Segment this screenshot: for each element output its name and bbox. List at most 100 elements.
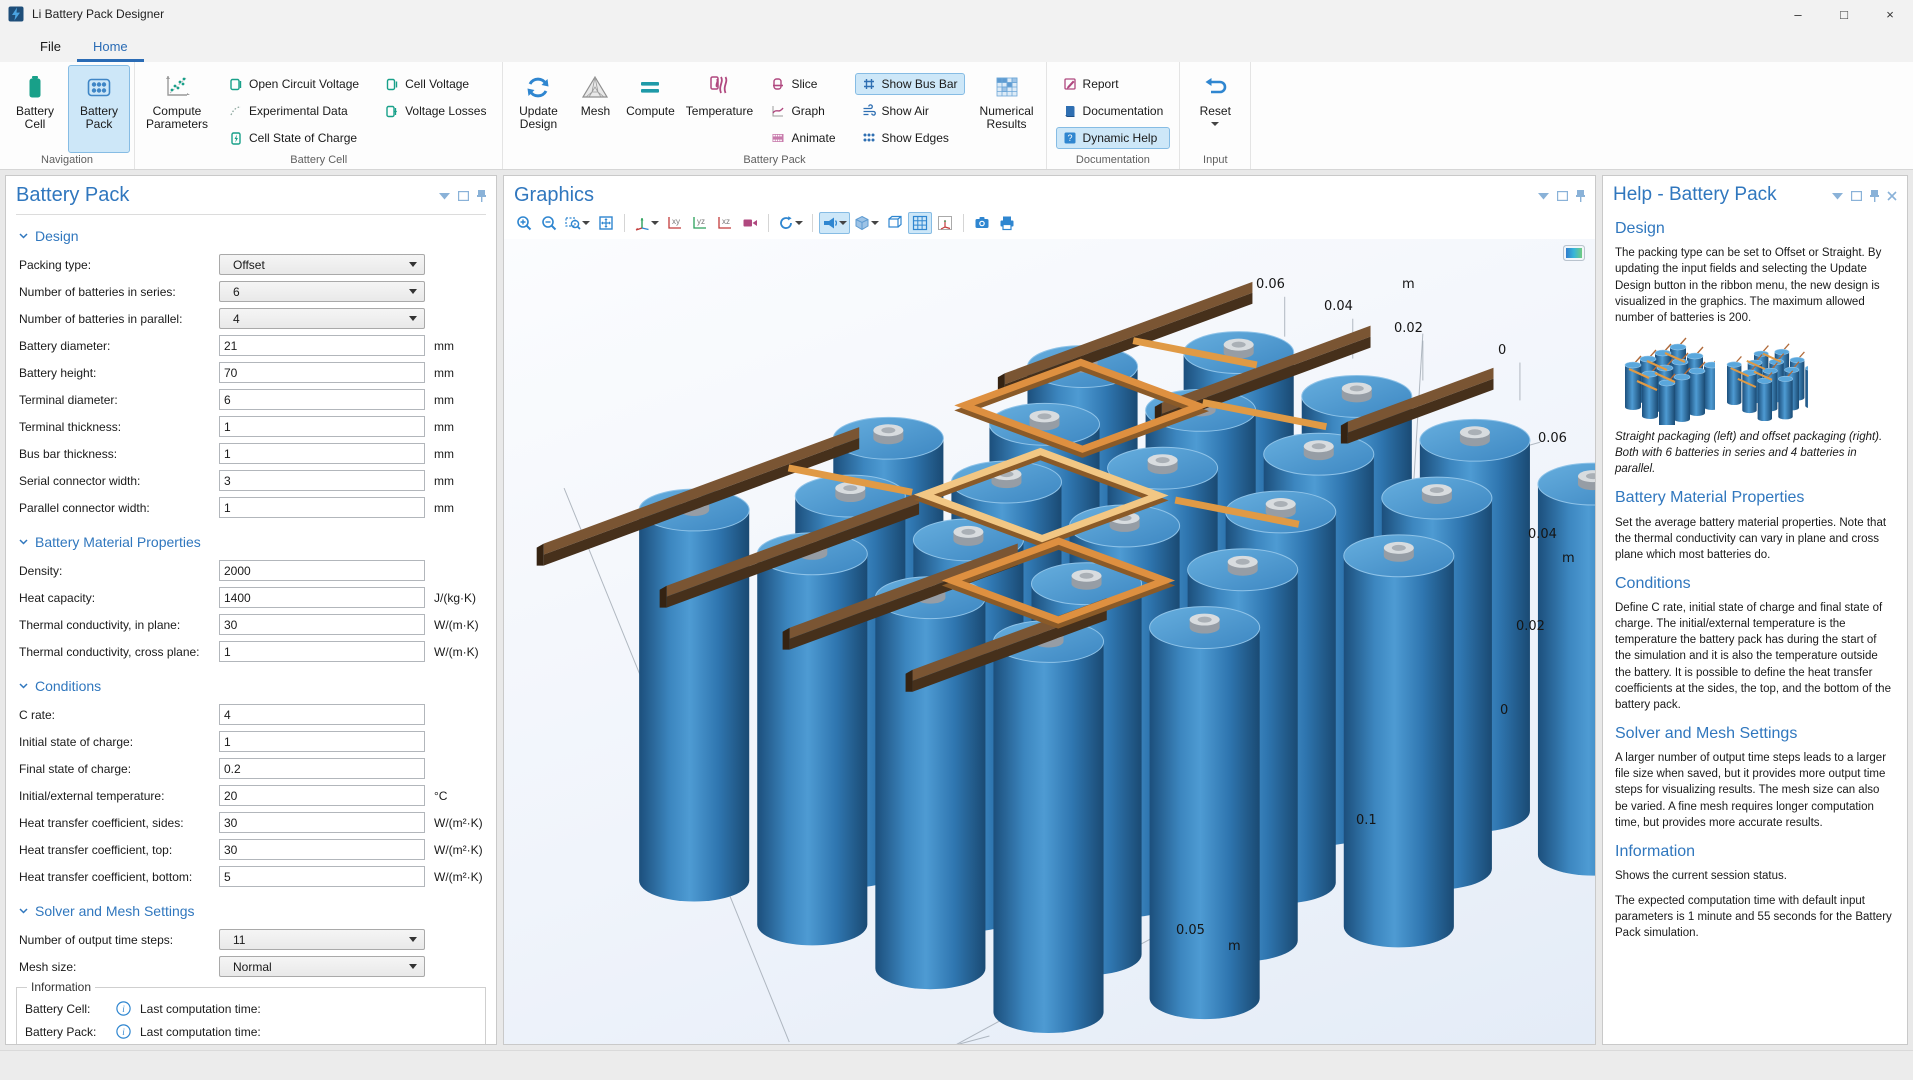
animate-button[interactable]: Animate [764, 127, 842, 149]
environment-button[interactable] [851, 212, 882, 234]
show-edges-toggle[interactable]: Show Edges [855, 127, 965, 149]
go-to-default-view-button[interactable] [631, 212, 662, 234]
c-rate-field[interactable] [219, 704, 425, 725]
voltage-losses-button[interactable]: Voltage Losses [378, 100, 493, 122]
battery-diameter-field[interactable] [219, 335, 425, 356]
slice-button[interactable]: Slice [764, 73, 842, 95]
initial-external-temperature-field[interactable] [219, 785, 425, 806]
view-yz-icon: yz [691, 215, 709, 231]
thermal-conductivity-in-plane-field[interactable] [219, 614, 425, 635]
battery-material-properties-section-header[interactable]: Battery Material Properties [19, 534, 496, 550]
show-bus-bar-toggle[interactable]: Show Bus Bar [855, 73, 965, 95]
reset-button[interactable]: Reset [1184, 65, 1246, 153]
bus-bar-thickness-field[interactable] [219, 443, 425, 464]
svg-text:?: ? [1067, 133, 1072, 143]
view-dropdown-chevron-icon[interactable] [651, 221, 659, 225]
zoom-in-button[interactable] [512, 212, 536, 234]
rotate-dropdown-chevron-icon[interactable] [795, 221, 803, 225]
panel-close-icon[interactable] [1887, 191, 1897, 201]
batteries-in-series-select[interactable]: 6 [219, 281, 425, 302]
serial-connector-width-field[interactable] [219, 470, 425, 491]
scene-light-toggle[interactable] [819, 212, 850, 234]
cell-state-of-charge-button[interactable]: Cell State of Charge [222, 127, 366, 149]
axis-unit-label: m [1228, 939, 1241, 954]
batteries-in-parallel-select[interactable]: 4 [219, 308, 425, 329]
panel-float-icon[interactable] [458, 191, 469, 201]
view-yz-button[interactable]: yz [688, 212, 712, 234]
show-bus-bar-icon [862, 77, 876, 91]
terminal-thickness-field[interactable] [219, 416, 425, 437]
panel-pin-icon[interactable] [477, 190, 486, 202]
axis-tick-label: 0.04 [1324, 299, 1353, 314]
battery-pack-3d-view[interactable] [504, 239, 1595, 1044]
design-section-header[interactable]: Design [19, 228, 496, 244]
maximize-button[interactable]: □ [1821, 0, 1867, 28]
rotate-button[interactable] [775, 212, 806, 234]
cell-voltage-button[interactable]: Cell Voltage [378, 73, 493, 95]
initial-state-of-charge-field[interactable] [219, 731, 425, 752]
view-xy-button[interactable]: xy [663, 212, 687, 234]
battery-pack-button[interactable]: Battery Pack [68, 65, 130, 153]
temperature-button[interactable]: Temperature [681, 65, 757, 153]
show-air-toggle[interactable]: Show Air [855, 100, 965, 122]
compute-parameters-button[interactable]: Compute Parameters [139, 65, 215, 153]
zoom-box-button[interactable] [562, 212, 593, 234]
update-design-button[interactable]: Update Design [507, 65, 569, 153]
close-button[interactable]: × [1867, 0, 1913, 28]
dynamic-help-toggle[interactable]: ? Dynamic Help [1056, 127, 1171, 149]
info-icon[interactable]: i [116, 1001, 131, 1016]
zoom-out-button[interactable] [537, 212, 561, 234]
final-state-of-charge-field[interactable] [219, 758, 425, 779]
battery-cell-button[interactable]: Battery Cell [4, 65, 66, 153]
graph-button[interactable]: Graph [764, 100, 842, 122]
minimize-button[interactable]: – [1775, 0, 1821, 28]
panel-menu-chevron-icon[interactable] [1538, 193, 1549, 200]
mesh-size-select[interactable]: Normal [219, 956, 425, 977]
heat-transfer-coefficient-sides-field[interactable] [219, 812, 425, 833]
show-frame-button[interactable] [883, 212, 907, 234]
panel-float-icon[interactable] [1557, 191, 1568, 201]
scene-camera-button[interactable] [738, 212, 762, 234]
conditions-section-header[interactable]: Conditions [19, 678, 496, 694]
thermal-conductivity-cross-plane-field[interactable] [219, 641, 425, 662]
show-grid-toggle[interactable] [908, 212, 932, 234]
experimental-data-button[interactable]: Experimental Data [222, 100, 366, 122]
show-axis-button[interactable] [933, 212, 957, 234]
numerical-results-button[interactable]: Numerical Results [972, 65, 1042, 153]
reset-dropdown-chevron-icon[interactable] [1211, 122, 1219, 126]
image-snapshot-button[interactable] [970, 212, 994, 234]
menu-file[interactable]: File [24, 32, 77, 62]
view-xz-button[interactable]: xz [713, 212, 737, 234]
graphics-canvas[interactable]: 0.06 0.04 m 0.02 0 0.06 0.04 m 0.02 0 0.… [504, 239, 1595, 1044]
output-time-steps-select[interactable]: 11 [219, 929, 425, 950]
zoom-extents-button[interactable] [594, 212, 618, 234]
info-icon[interactable]: i [116, 1024, 131, 1039]
panel-menu-chevron-icon[interactable] [439, 193, 450, 200]
tab-home[interactable]: Home [77, 32, 144, 62]
report-button[interactable]: Report [1056, 73, 1171, 95]
heat-capacity-field[interactable] [219, 587, 425, 608]
environment-dropdown-chevron-icon[interactable] [871, 221, 879, 225]
scene-light-dropdown-chevron-icon[interactable] [839, 221, 847, 225]
open-circuit-voltage-button[interactable]: Open Circuit Voltage [222, 73, 366, 95]
svg-text:xz: xz [722, 217, 730, 226]
heat-transfer-coefficient-top-field[interactable] [219, 839, 425, 860]
heat-transfer-coefficient-bottom-field[interactable] [219, 866, 425, 887]
panel-pin-icon[interactable] [1870, 190, 1879, 202]
solver-and-mesh-settings-section-header[interactable]: Solver and Mesh Settings [19, 903, 496, 919]
battery-height-field[interactable] [219, 362, 425, 383]
panel-menu-chevron-icon[interactable] [1832, 193, 1843, 200]
panel-float-icon[interactable] [1851, 191, 1862, 201]
color-legend-button[interactable] [1563, 245, 1585, 261]
documentation-button[interactable]: Documentation [1056, 100, 1171, 122]
zoom-box-dropdown-chevron-icon[interactable] [582, 221, 590, 225]
parallel-connector-width-field[interactable] [219, 497, 425, 518]
terminal-diameter-field[interactable] [219, 389, 425, 410]
compute-button[interactable]: Compute [621, 65, 679, 153]
mesh-button[interactable]: Mesh [571, 65, 619, 153]
density-field[interactable] [219, 560, 425, 581]
packing-type-select[interactable]: Offset [219, 254, 425, 275]
print-button[interactable] [995, 212, 1019, 234]
graphics-toolbar: xy yz xz [504, 209, 1595, 239]
panel-pin-icon[interactable] [1576, 190, 1585, 202]
